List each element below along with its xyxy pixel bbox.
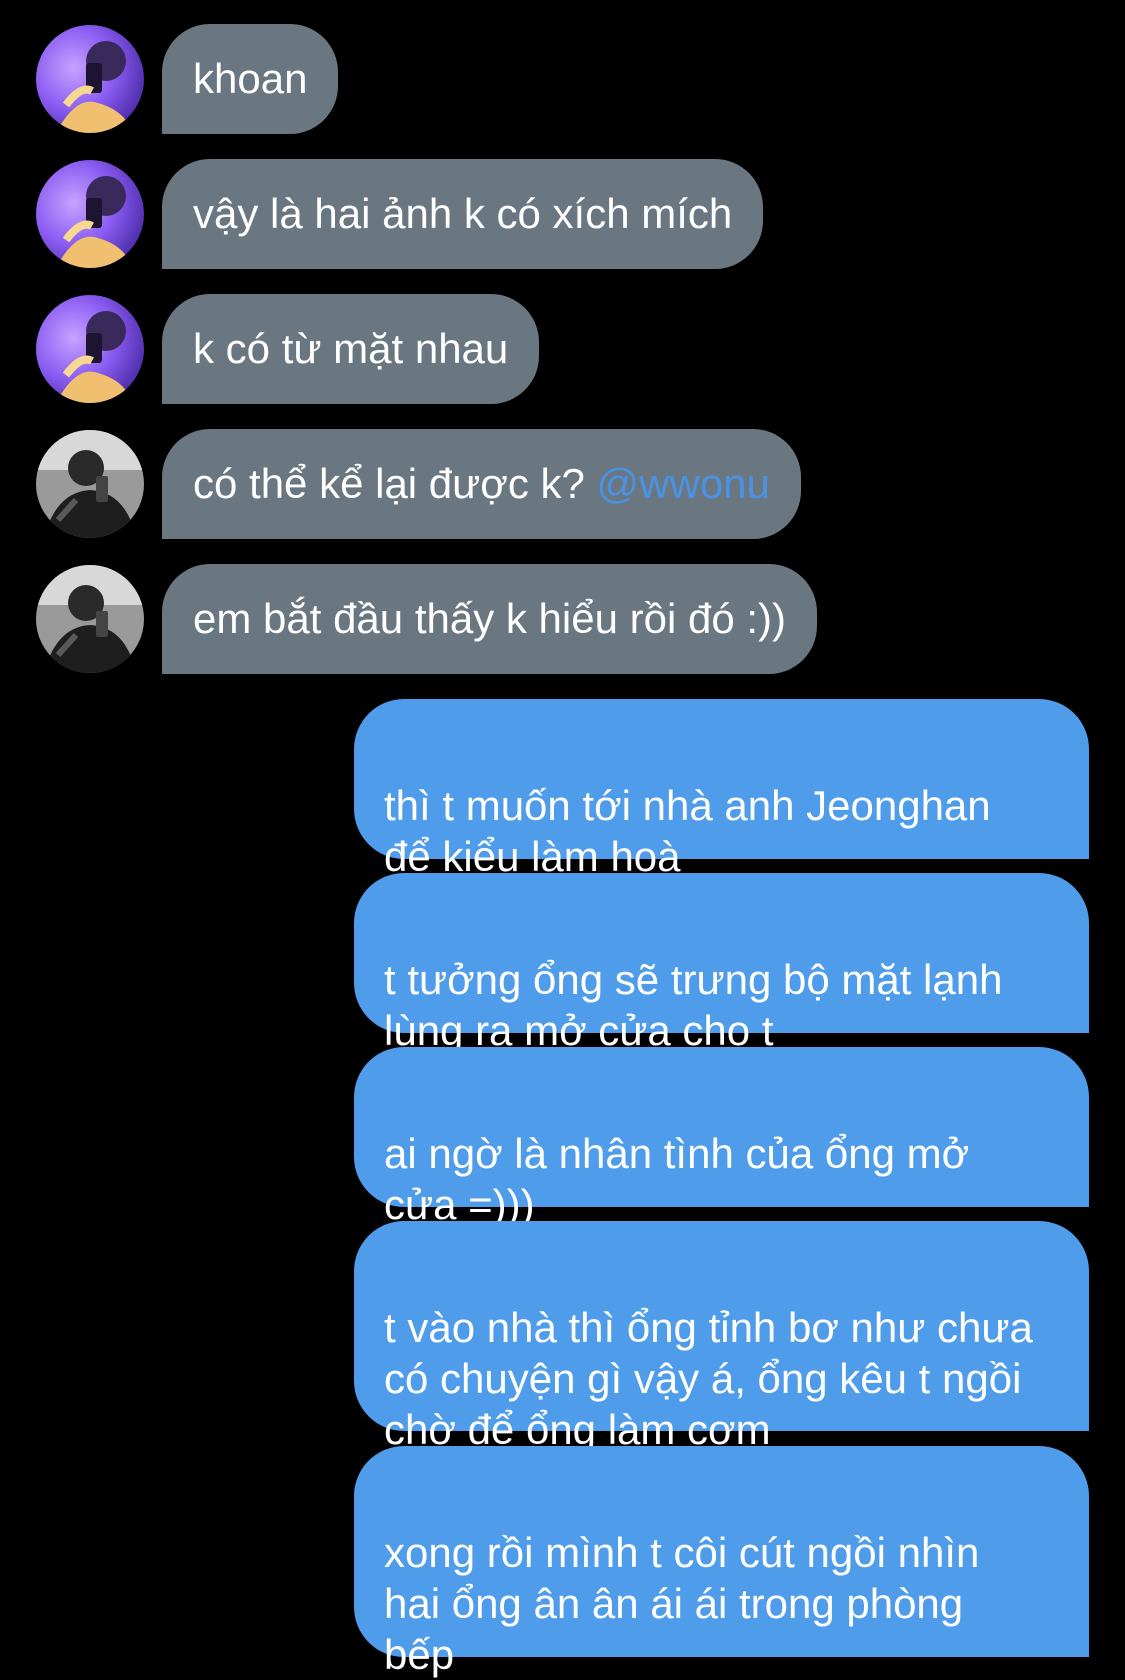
avatar-purple-selfie-icon[interactable] <box>36 295 144 403</box>
avatar-bw-selfie-icon[interactable] <box>36 430 144 538</box>
message-text: thì t muốn tới nhà anh Jeonghan để kiểu … <box>384 782 991 880</box>
message-text: khoan <box>193 55 308 102</box>
outgoing-message-bubble[interactable]: ai ngờ là nhân tình của ổng mở cửa =))) <box>354 1047 1089 1228</box>
message-text: em bắt đầu thấy k hiểu rồi đó :)) <box>193 595 786 642</box>
message-text: ai ngờ là nhân tình của ổng mở cửa =))) <box>384 1130 970 1228</box>
incoming-message-bubble[interactable]: có thể kể lại được k? @wwonu <box>162 429 801 539</box>
message-text: có thể kể lại được k? <box>193 460 585 507</box>
message-text: t tưởng ổng sẽ trưng bộ mặt lạnh lùng ra… <box>384 956 1003 1054</box>
incoming-message-bubble[interactable]: vậy là hai ảnh k có xích mích <box>162 159 764 269</box>
avatar-purple-selfie-icon[interactable] <box>36 25 144 133</box>
incoming-message-bubble[interactable]: k có từ mặt nhau <box>162 294 540 404</box>
message-text: t vào nhà thì ổng tỉnh bơ như chưa có ch… <box>384 1304 1033 1453</box>
incoming-message-bubble[interactable]: em bắt đầu thấy k hiểu rồi đó :)) <box>162 564 817 674</box>
message-text: xong rồi mình t côi cút ngồi nhìn hai ổn… <box>384 1529 980 1678</box>
outgoing-message-bubble[interactable]: t vào nhà thì ổng tỉnh bơ như chưa có ch… <box>354 1221 1089 1453</box>
outgoing-message-bubble[interactable]: t tưởng ổng sẽ trưng bộ mặt lạnh lùng ra… <box>354 873 1089 1054</box>
avatar-purple-selfie-icon[interactable] <box>36 160 144 268</box>
avatar-bw-selfie-icon[interactable] <box>36 565 144 673</box>
incoming-message-bubble[interactable]: khoan <box>162 24 339 134</box>
message-thread: khoan vậy là hai ảnh k có xích mích k có… <box>0 0 1125 1679</box>
message-text: k có từ mặt nhau <box>193 325 509 372</box>
outgoing-message-bubble[interactable]: thì t muốn tới nhà anh Jeonghan để kiểu … <box>354 699 1089 880</box>
message-text: vậy là hai ảnh k có xích mích <box>193 190 733 237</box>
outgoing-message-bubble[interactable]: xong rồi mình t côi cút ngồi nhìn hai ổn… <box>354 1446 1089 1678</box>
mention-link[interactable]: @wwonu <box>597 460 770 507</box>
